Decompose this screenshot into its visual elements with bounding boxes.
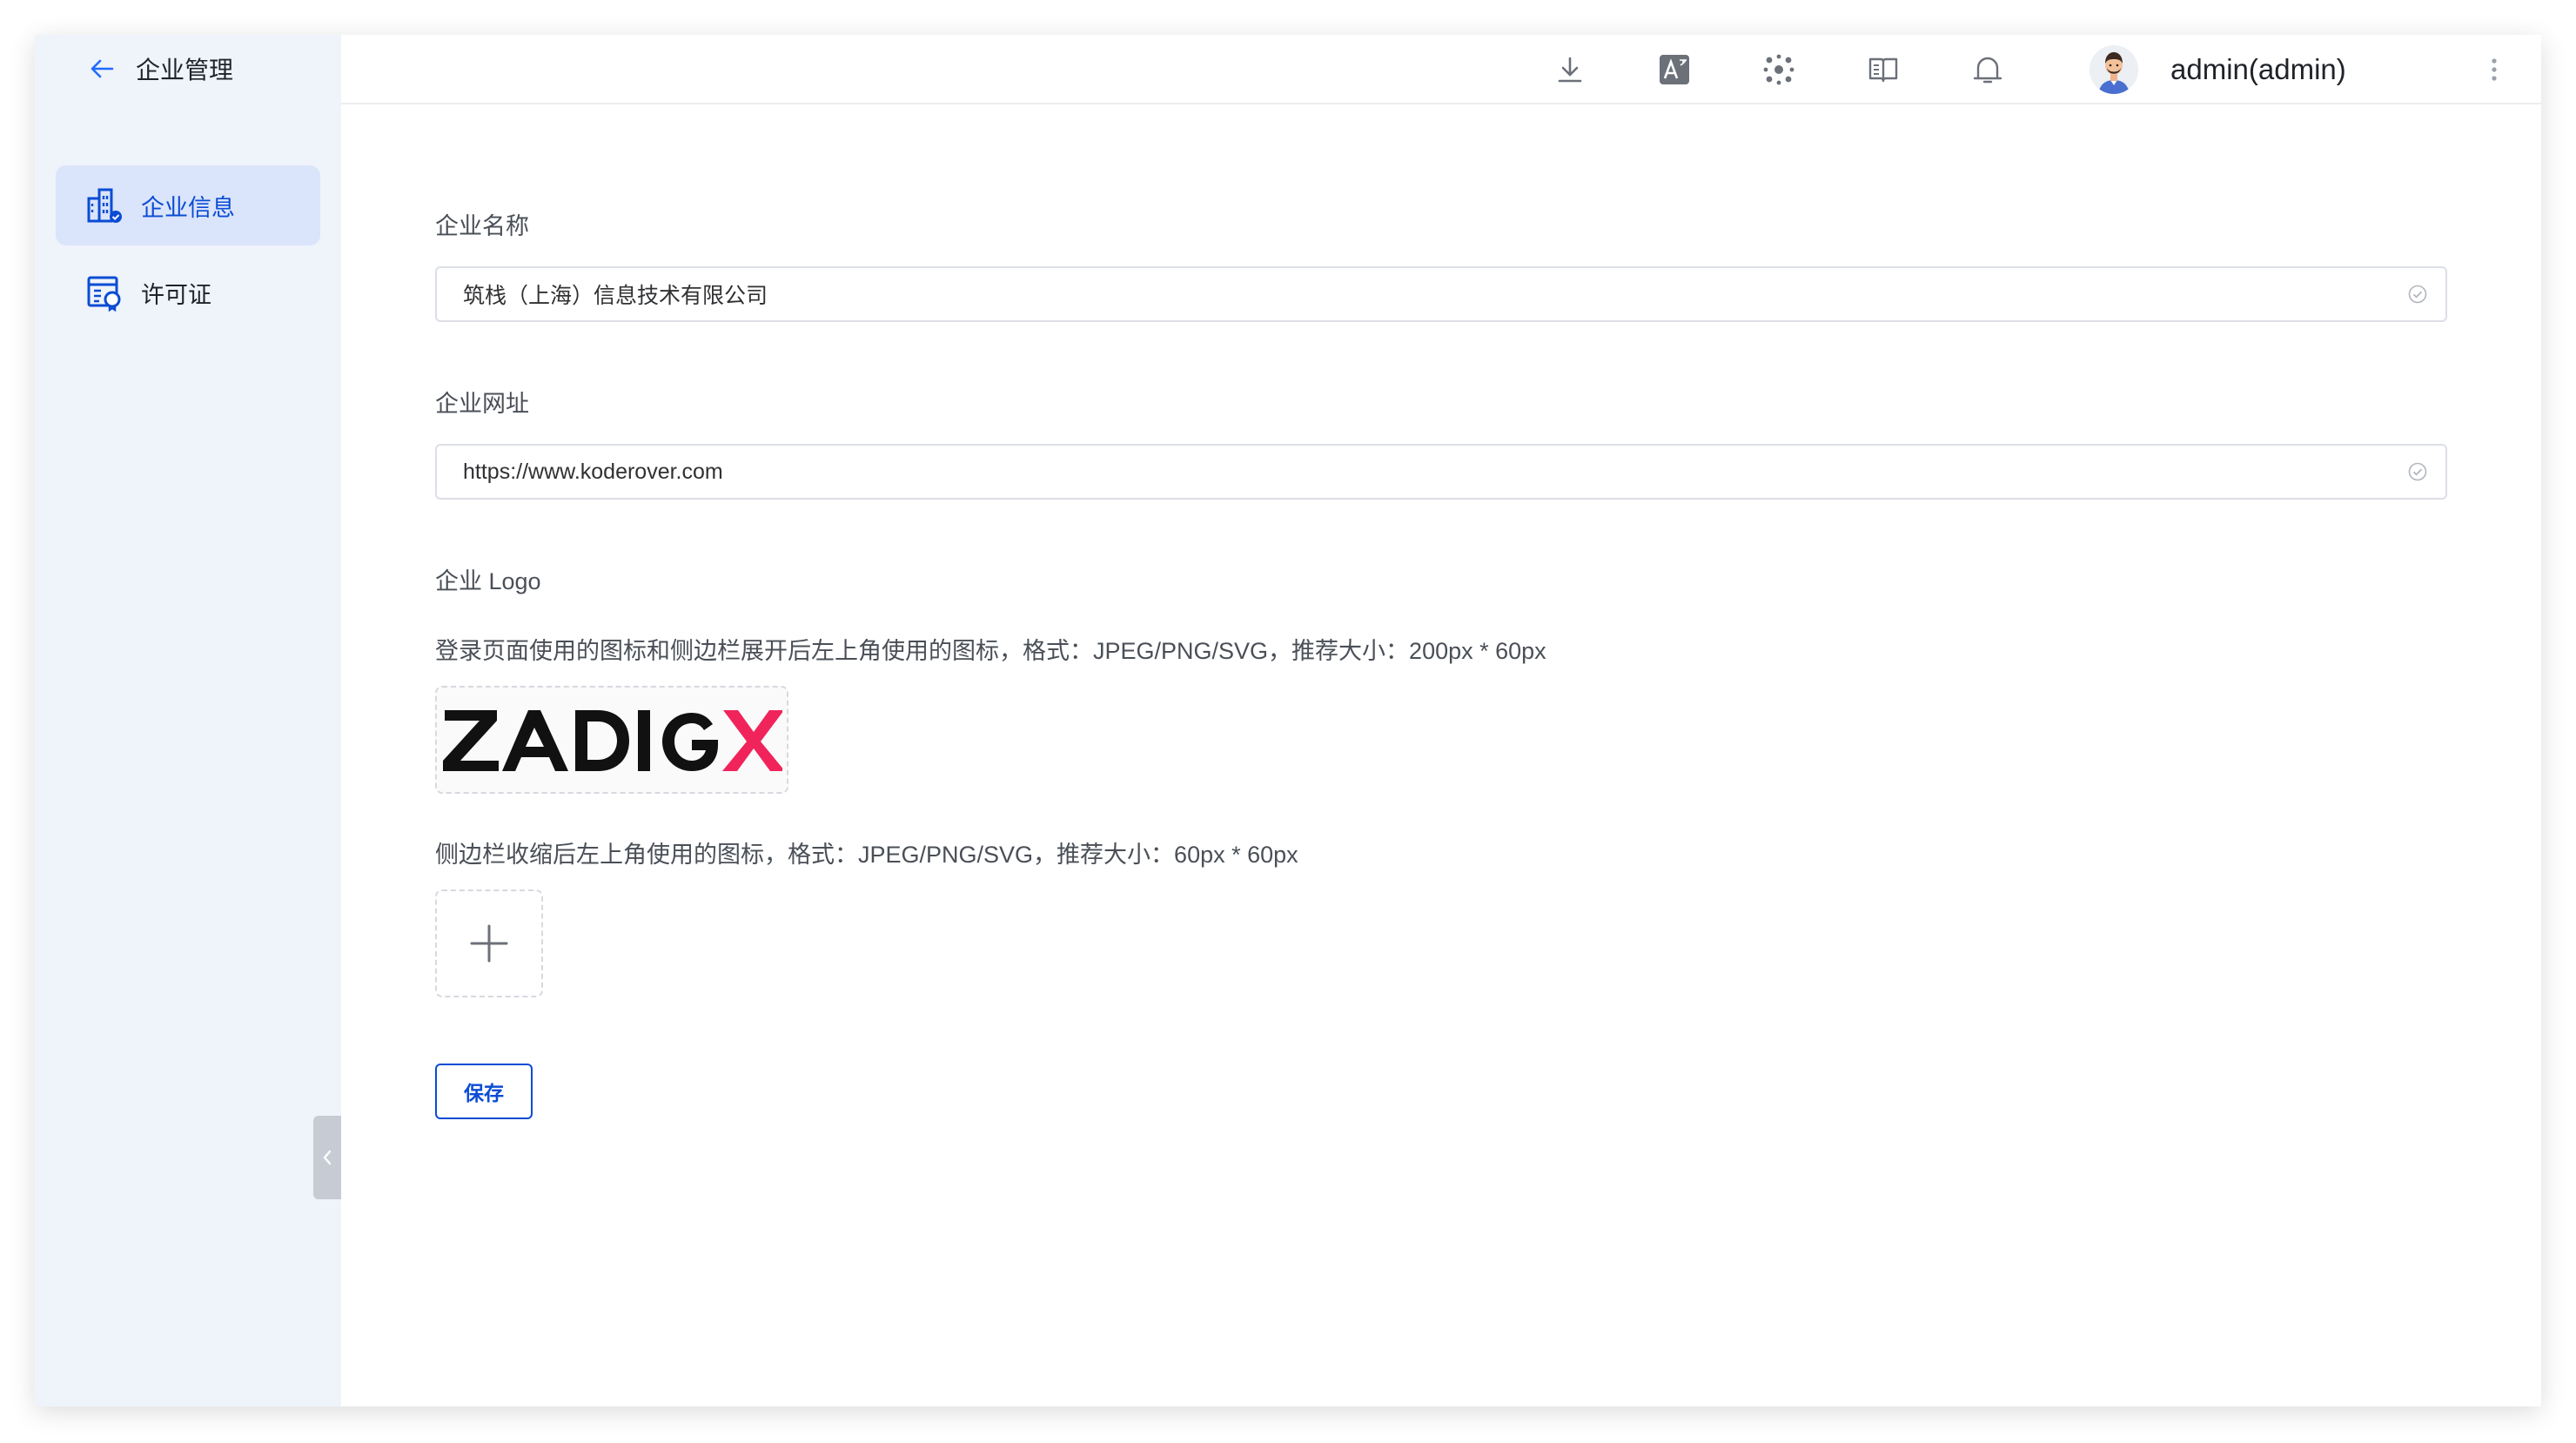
building-icon [85, 186, 124, 225]
plugin-icon[interactable] [1760, 50, 1798, 89]
plus-icon [470, 924, 508, 963]
sidebar-title: 企业管理 [136, 57, 234, 84]
user-menu[interactable]: admin(admin) [2170, 50, 2346, 89]
sidebar-item-license[interactable]: 许可证 [56, 252, 320, 332]
translate-icon[interactable] [1655, 50, 1694, 89]
sidebar-item-label: 企业信息 [141, 194, 235, 221]
save-button[interactable]: 保存 [435, 1064, 533, 1119]
back-arrow-icon[interactable] [87, 54, 117, 84]
company-url-input[interactable] [463, 459, 2390, 485]
avatar[interactable] [2090, 45, 2138, 94]
top-bar: admin(admin) [341, 35, 2541, 104]
company-name-label: 企业名称 [435, 213, 529, 239]
logo-expanded-upload[interactable] [435, 686, 788, 794]
zadigx-logo [443, 710, 782, 771]
chevron-left-icon [323, 1150, 332, 1165]
check-circle-icon [2390, 268, 2445, 320]
more-vertical-icon[interactable] [2475, 50, 2513, 89]
company-name-field[interactable] [435, 266, 2447, 322]
sidebar-item-company-info[interactable]: 企业信息 [56, 165, 320, 245]
company-url-label: 企业网址 [435, 391, 529, 417]
bell-icon[interactable] [1969, 50, 2007, 89]
app-window: 企业管理 企业信息 许可证 admin(admin) 企业名称 筑栈（上海）信息… [35, 35, 2541, 1406]
company-url-field[interactable] [435, 444, 2447, 500]
company-logo-label: 企业 Logo [435, 568, 541, 594]
logo-expanded-hint: 登录页面使用的图标和侧边栏展开后左上角使用的图标，格式：JPEG/PNG/SVG… [435, 638, 1546, 664]
license-icon [85, 273, 124, 312]
sidebar-item-label: 许可证 [141, 281, 211, 308]
sidebar: 企业管理 企业信息 许可证 [35, 35, 341, 1406]
company-info-form: 企业名称 企业网址 企业 Logo 登录页面使用的图标和侧边栏展开后左上角使用的… [341, 106, 2541, 1406]
company-name-input[interactable] [463, 281, 2390, 307]
download-icon[interactable] [1551, 50, 1589, 89]
logo-collapsed-upload[interactable] [435, 889, 543, 997]
check-circle-icon [2390, 446, 2445, 498]
sidebar-collapse-handle[interactable] [313, 1116, 341, 1199]
logo-collapsed-hint: 侧边栏收缩后左上角使用的图标，格式：JPEG/PNG/SVG，推荐大小：60px… [435, 842, 1298, 868]
sidebar-header: 企业管理 [87, 50, 233, 87]
docs-icon[interactable] [1864, 50, 1902, 89]
